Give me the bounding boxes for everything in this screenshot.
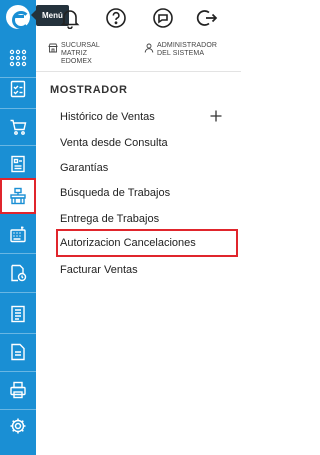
- menu-item-autorizacion-cancelaciones[interactable]: Autorizacion Cancelaciones: [60, 237, 196, 249]
- messages-button[interactable]: [152, 7, 174, 29]
- cash-register-icon: [10, 226, 26, 243]
- logout-icon: [196, 10, 218, 26]
- app-logo-icon: [6, 5, 30, 29]
- branch-line: SUCURSAL: [61, 42, 100, 49]
- bell-icon: [60, 10, 80, 29]
- sidebar: [0, 0, 36, 455]
- session-info: SUCURSAL MATRIZ EDOMEX ADMINISTRADOR DEL…: [36, 38, 241, 72]
- sidebar-item-report[interactable]: [0, 334, 36, 370]
- user-info: ADMINISTRADOR DEL SISTEMA: [144, 42, 217, 58]
- user-line: ADMINISTRADOR: [157, 42, 218, 49]
- branch-info: SUCURSAL MATRIZ EDOMEX: [48, 42, 100, 66]
- branch-line: MATRIZ: [61, 50, 88, 57]
- user-icon: [144, 43, 154, 53]
- menu-item-entrega-trabajos[interactable]: Entrega de Trabajos: [60, 213, 159, 225]
- sidebar-item-ledger[interactable]: [0, 296, 36, 332]
- app-window: Menú SUCURSAL MATRIZ EDOMEX ADMINISTRADO…: [0, 0, 241, 455]
- sidebar-item-mostrador[interactable]: [0, 178, 36, 214]
- store-counter-icon: [10, 187, 26, 205]
- menu-item-busqueda-trabajos[interactable]: Búsqueda de Trabajos: [60, 187, 170, 199]
- sidebar-item-print[interactable]: [0, 372, 36, 408]
- sidebar-item-cash[interactable]: [0, 216, 36, 252]
- menu-item-venta-consulta[interactable]: Venta desde Consulta: [60, 137, 168, 149]
- sidebar-item-inventory[interactable]: [0, 146, 36, 182]
- menu-item-facturar-ventas[interactable]: Facturar Ventas: [60, 264, 138, 276]
- user-line: DEL SISTEMA: [157, 50, 205, 57]
- ledger-icon: [11, 305, 25, 323]
- sidebar-item-settings[interactable]: [0, 408, 36, 444]
- plus-icon[interactable]: [210, 110, 222, 122]
- branch-line: EDOMEX: [61, 58, 92, 65]
- checklist-icon: [10, 80, 26, 98]
- help-icon: [106, 8, 126, 28]
- top-bar: [36, 0, 241, 38]
- sidebar-divider: [0, 292, 36, 293]
- sidebar-divider: [0, 253, 36, 254]
- document-clock-icon: [11, 264, 27, 282]
- sidebar-item-checklist[interactable]: [0, 71, 36, 107]
- sidebar-item-history[interactable]: [0, 255, 36, 291]
- menu-section-title: MOSTRADOR: [50, 84, 128, 96]
- help-button[interactable]: [105, 7, 127, 29]
- logout-button[interactable]: [196, 7, 218, 29]
- printer-icon: [10, 381, 26, 399]
- apps-grid-icon: [9, 49, 27, 67]
- cart-icon: [10, 119, 27, 135]
- chat-icon: [153, 8, 173, 28]
- menu-item-historico-ventas[interactable]: Histórico de Ventas: [60, 111, 155, 123]
- sidebar-item-cart[interactable]: [0, 109, 36, 145]
- store-icon: [48, 43, 58, 53]
- notifications-button[interactable]: [59, 7, 81, 29]
- inventory-icon: [11, 155, 25, 173]
- menu-item-garantias[interactable]: Garantías: [60, 162, 108, 174]
- settings-icon: [10, 418, 26, 434]
- report-icon: [11, 343, 25, 361]
